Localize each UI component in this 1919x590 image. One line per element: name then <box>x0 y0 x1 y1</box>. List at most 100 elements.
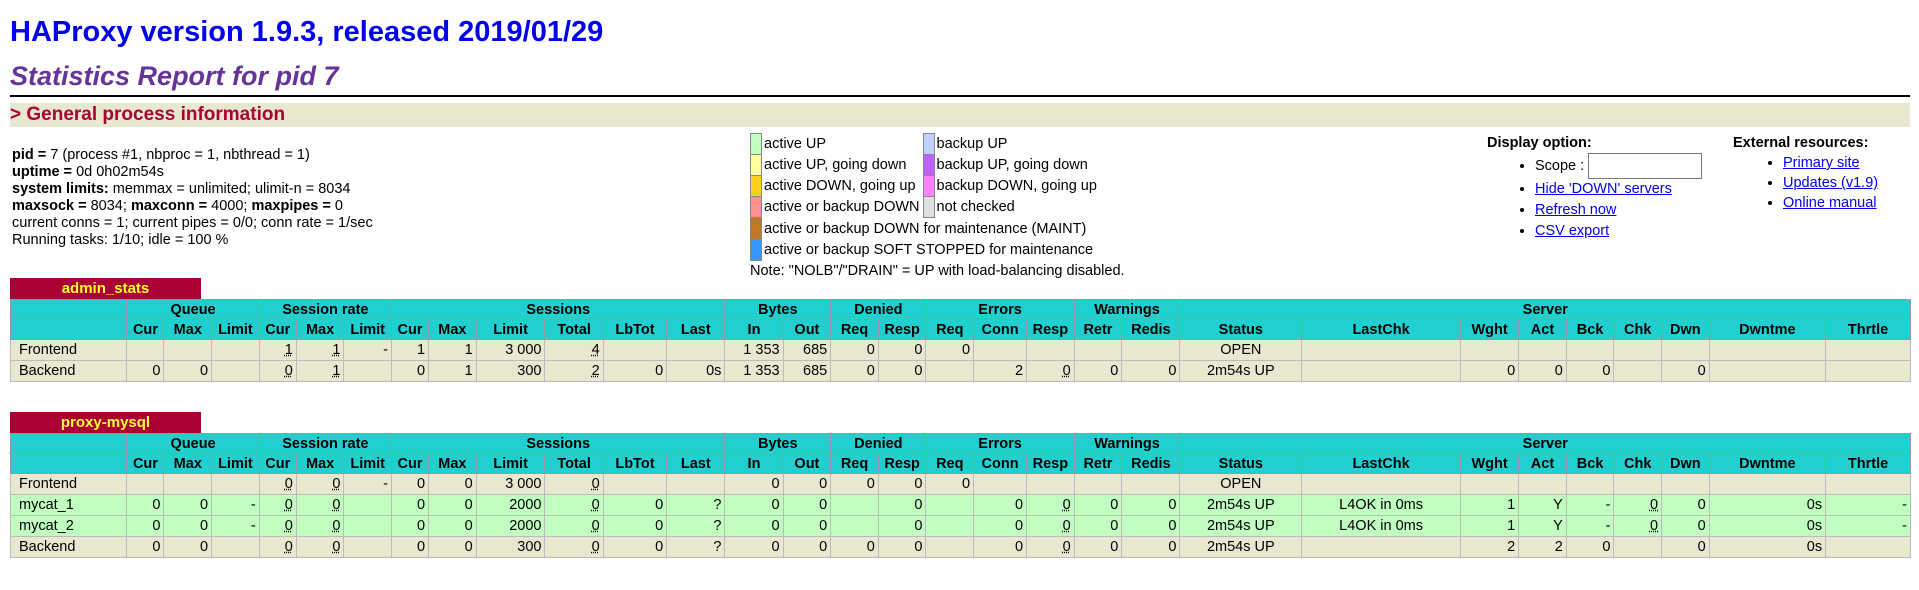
column-header: LbTot <box>602 453 668 474</box>
table-cell <box>1661 473 1710 495</box>
hide-down-servers-link[interactable]: Hide 'DOWN' servers <box>1535 181 1672 197</box>
row-name[interactable]: mycat_2 <box>9 515 128 537</box>
table-cell: 0 <box>391 494 430 516</box>
table-cell <box>666 473 726 495</box>
group-header: Queue <box>126 433 260 454</box>
stat-value[interactable]: 1 <box>332 363 340 379</box>
stat-value[interactable]: 0 <box>285 539 293 555</box>
row-name[interactable]: mycat_1 <box>9 494 128 516</box>
column-header: Req <box>925 319 975 340</box>
proxy-name-tab[interactable]: admin_stats <box>10 278 201 299</box>
column-header: Dwn <box>1661 319 1710 340</box>
legend-swatch <box>750 217 762 240</box>
table-cell: 0 <box>1565 536 1615 558</box>
table-cell <box>925 494 975 516</box>
table-cell: 0 <box>258 360 297 382</box>
stat-value[interactable]: 0 <box>1063 497 1071 513</box>
system-limits-label: system limits: <box>12 181 109 197</box>
table-cell: 0 <box>295 494 345 516</box>
stat-value[interactable]: 0 <box>285 363 293 379</box>
table-cell <box>925 515 975 537</box>
stat-value[interactable]: 0 <box>592 518 600 534</box>
column-header: Last <box>666 319 726 340</box>
column-header: Thrtle <box>1825 453 1911 474</box>
stat-value[interactable]: 1 <box>332 342 340 358</box>
table-cell: - <box>211 515 260 537</box>
column-header: Limit <box>475 453 546 474</box>
legend-swatch <box>750 154 762 176</box>
table-cell <box>925 360 975 382</box>
table-cell <box>1825 339 1911 361</box>
stat-value[interactable]: 0 <box>332 497 340 513</box>
column-header: Last <box>666 453 726 474</box>
stat-value[interactable]: 0 <box>592 539 600 555</box>
stat-value[interactable]: 0 <box>285 518 293 534</box>
table-cell: 0 <box>1661 536 1710 558</box>
pid-label: pid = <box>12 147 51 163</box>
table-cell <box>1026 339 1075 361</box>
stat-value[interactable]: 0 <box>592 476 600 492</box>
group-header: Session rate <box>258 299 393 320</box>
column-header: Dwntme <box>1708 453 1827 474</box>
table-cell: 2m54s UP <box>1179 494 1303 516</box>
external-resources-title: External resources: <box>1733 135 1869 151</box>
stat-value[interactable]: 0 <box>285 476 293 492</box>
stat-value[interactable]: 0 <box>332 539 340 555</box>
page-title: HAProxy version 1.9.3, released 2019/01/… <box>10 16 604 48</box>
table-cell: 0 <box>830 339 879 361</box>
proxy-name-tab[interactable]: proxy-mysql <box>10 412 201 433</box>
legend-label: active or backup SOFT STOPPED for mainte… <box>764 241 1094 258</box>
table-cell: 0 <box>973 536 1028 558</box>
updates-link[interactable]: Updates (v1.9) <box>1783 175 1878 191</box>
stat-value[interactable]: 0 <box>1650 518 1658 534</box>
table-cell: 0 <box>428 515 477 537</box>
stat-value[interactable]: 0 <box>592 497 600 513</box>
scope-input[interactable] <box>1588 153 1703 179</box>
table-cell <box>1565 473 1615 495</box>
table-cell <box>211 360 260 382</box>
table-cell: 0 <box>295 515 345 537</box>
table-cell: 0 <box>163 494 213 516</box>
stat-value[interactable]: 0 <box>285 497 293 513</box>
column-header: Retr <box>1073 453 1123 474</box>
table-cell: 0 <box>1661 515 1710 537</box>
stat-value[interactable]: 0 <box>332 476 340 492</box>
table-cell <box>211 339 260 361</box>
column-header: Total <box>544 453 604 474</box>
stat-value[interactable]: 2 <box>592 363 600 379</box>
stat-value[interactable]: 0 <box>1650 497 1658 513</box>
proxy-tables: admin_stats Queue Session rate Sessions Byte… <box>9 272 1911 558</box>
csv-export-link[interactable]: CSV export <box>1535 223 1609 239</box>
general-info-header: > General process information <box>10 103 1910 127</box>
header-blank <box>9 299 128 320</box>
stat-value[interactable]: 0 <box>1063 363 1071 379</box>
refresh-now-link[interactable]: Refresh now <box>1535 202 1616 218</box>
proxy-stats-table: Queue Session rate Sessions Bytes Denied Erro… <box>9 299 1911 382</box>
table-cell: 0 <box>830 360 879 382</box>
table-cell: 0 <box>973 494 1028 516</box>
table-cell: 0 <box>258 473 297 495</box>
online-manual-link[interactable]: Online manual <box>1783 195 1877 211</box>
group-header: Server <box>1179 299 1911 320</box>
table-cell: 2 <box>1459 536 1520 558</box>
stat-value[interactable]: 4 <box>592 342 600 358</box>
table-cell: 300 <box>475 360 546 382</box>
table-cell: 0 <box>1121 494 1181 516</box>
table-cell: 0 <box>1121 360 1181 382</box>
table-cell <box>1518 339 1567 361</box>
table-cell: 0 <box>877 494 927 516</box>
table-cell: 0 <box>1613 494 1663 516</box>
column-header: Cur <box>391 453 430 474</box>
stat-value[interactable]: 0 <box>1063 539 1071 555</box>
table-cell: 0 <box>258 536 297 558</box>
table-cell: 0 <box>830 536 879 558</box>
table-cell: 0 <box>258 494 297 516</box>
table-cell: - <box>1565 494 1615 516</box>
stat-value[interactable]: 0 <box>1063 518 1071 534</box>
legend-label: backup DOWN, going up <box>936 178 1097 194</box>
stat-value[interactable]: 1 <box>285 342 293 358</box>
uptime-value: 0d 0h02m54s <box>76 164 164 180</box>
table-cell: 0 <box>1073 515 1123 537</box>
primary-site-link[interactable]: Primary site <box>1783 155 1860 171</box>
stat-value[interactable]: 0 <box>332 518 340 534</box>
